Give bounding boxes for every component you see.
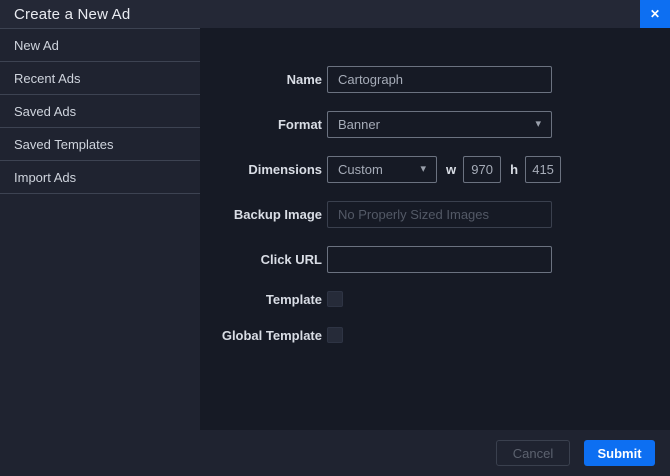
height-label: h [510,162,518,177]
sidebar-item-new-ad[interactable]: New Ad [0,29,200,62]
close-icon: ✕ [650,7,660,21]
modal-header: Create a New Ad ✕ [0,0,670,28]
modal-footer: Cancel Submit [0,430,670,476]
width-input[interactable] [463,156,501,183]
form-row-format: Format Banner ▾ [200,111,670,138]
sidebar-item-saved-ads[interactable]: Saved Ads [0,95,200,128]
sidebar-item-recent-ads[interactable]: Recent Ads [0,62,200,95]
cancel-button[interactable]: Cancel [496,440,570,466]
chevron-down-icon: ▾ [420,164,426,175]
global-template-checkbox[interactable] [327,327,343,343]
sidebar-item-saved-templates[interactable]: Saved Templates [0,128,200,161]
name-input[interactable] [327,66,552,93]
form-panel: Name Format Banner ▾ Dimensions Custom ▾… [200,28,670,430]
form-row-dimensions: Dimensions Custom ▾ w h [200,156,670,183]
backup-image-label: Backup Image [200,207,322,222]
submit-button[interactable]: Submit [584,440,655,466]
cancel-button-label: Cancel [513,446,553,461]
modal-body: New Ad Recent Ads Saved Ads Saved Templa… [0,28,670,430]
dimensions-preset-select[interactable]: Custom ▾ [327,156,437,183]
chevron-down-icon: ▾ [535,119,541,130]
form-row-name: Name [200,66,670,93]
template-checkbox[interactable] [327,291,343,307]
form-row-backup-image: Backup Image [200,201,670,228]
name-label: Name [200,72,322,87]
close-button[interactable]: ✕ [640,0,670,28]
format-label: Format [200,117,322,132]
format-select-value: Banner [338,117,380,132]
click-url-input[interactable] [327,246,552,273]
dimensions-preset-value: Custom [338,162,383,177]
click-url-label: Click URL [200,252,322,267]
sidebar-item-import-ads[interactable]: Import Ads [0,161,200,194]
form-row-global-template: Global Template [200,327,670,343]
submit-button-label: Submit [597,446,641,461]
modal-title: Create a New Ad [0,6,130,23]
create-ad-modal: Create a New Ad ✕ New Ad Recent Ads Save… [0,0,670,476]
global-template-label: Global Template [200,328,322,343]
template-label: Template [200,292,322,307]
backup-image-input [327,201,552,228]
height-input[interactable] [525,156,561,183]
dimensions-label: Dimensions [200,162,322,177]
form-row-click-url: Click URL [200,246,670,273]
sidebar: New Ad Recent Ads Saved Ads Saved Templa… [0,28,200,430]
width-label: w [446,162,456,177]
form-row-template: Template [200,291,670,307]
format-select[interactable]: Banner ▾ [327,111,552,138]
